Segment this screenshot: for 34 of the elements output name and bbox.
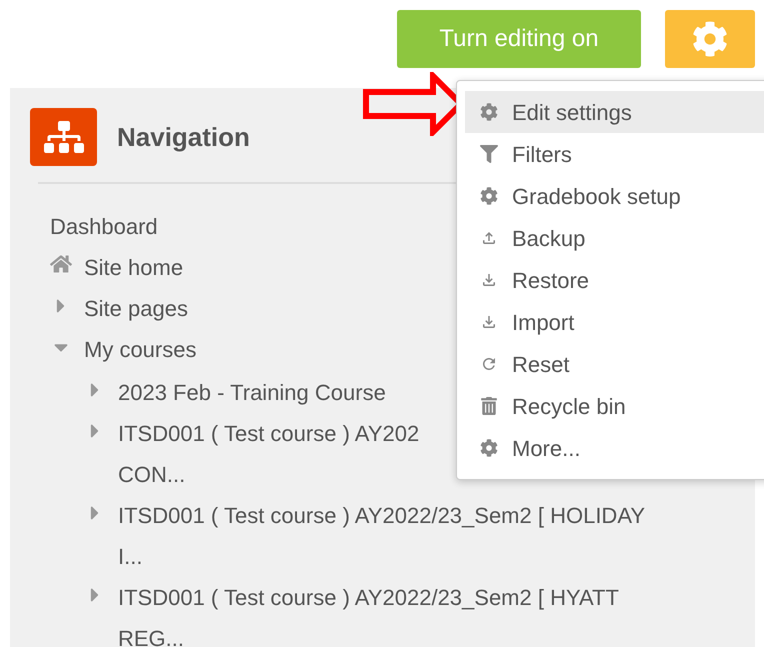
- nav-link[interactable]: ITSD001 ( Test course ) AY2022/23_Sem2 [ HYATT: [118, 577, 619, 618]
- nav-link[interactable]: REG...: [118, 618, 619, 647]
- menu-item[interactable]: Restore: [465, 259, 764, 301]
- filter-icon: [480, 145, 498, 163]
- upload-icon: [480, 229, 498, 247]
- gear-icon: [480, 103, 498, 121]
- nav-link[interactable]: ITSD001 ( Test course ) AY202: [118, 413, 420, 454]
- settings-icon: [692, 21, 728, 57]
- home-icon: [50, 253, 72, 275]
- download-icon: [480, 271, 498, 289]
- reset-icon: [480, 355, 498, 373]
- menu-item[interactable]: Recycle bin: [465, 385, 764, 427]
- download-icon: [480, 313, 498, 331]
- nav-link[interactable]: CON...: [118, 454, 420, 495]
- nav-link[interactable]: 2023 Feb - Training Course: [118, 372, 386, 413]
- nav-link[interactable]: Site pages: [84, 288, 188, 329]
- menu-item[interactable]: Reset: [465, 343, 764, 385]
- menu-item[interactable]: Backup: [465, 217, 764, 259]
- nav-link[interactable]: I...: [118, 536, 646, 577]
- menu-item[interactable]: Edit settings: [465, 91, 764, 133]
- gear-icon: [480, 187, 498, 205]
- menu-item[interactable]: Filters: [465, 133, 764, 175]
- menu-item[interactable]: Import: [465, 301, 764, 343]
- block-title: Navigation: [117, 120, 250, 154]
- nav-link[interactable]: My courses: [84, 329, 196, 370]
- gear-icon: [480, 439, 498, 457]
- sitemap-icon: [30, 108, 97, 166]
- nav-link[interactable]: Dashboard: [50, 206, 158, 247]
- trash-icon: [480, 397, 498, 415]
- menu-item[interactable]: Gradebook setup: [465, 175, 764, 217]
- menu-item[interactable]: More...: [465, 427, 764, 469]
- nav-link[interactable]: ITSD001 ( Test course ) AY2022/23_Sem2 [ HOLIDAY: [118, 495, 646, 536]
- settings-button[interactable]: [665, 10, 755, 68]
- nav-link[interactable]: Site home: [84, 247, 184, 288]
